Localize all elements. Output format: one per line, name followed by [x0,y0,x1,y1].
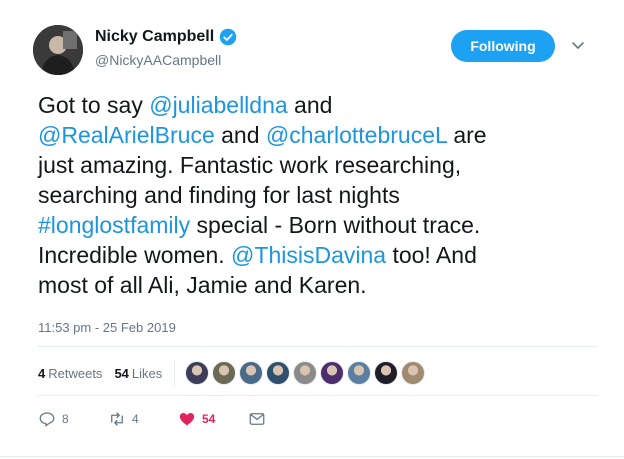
liker-avatar[interactable] [401,361,426,385]
retweets-stat[interactable]: 4 Retweets [38,366,102,381]
direct-message-button[interactable] [248,410,318,428]
tweet-line-2: @RealArielBruce and @charlottebruceL are [38,120,598,150]
liker-avatar[interactable] [212,361,237,385]
verified-badge-icon [219,28,237,46]
likes-count: 54 [114,365,129,381]
mention-link[interactable]: @charlottebruceL [266,122,447,148]
mention-link[interactable]: @juliabelldna [149,92,287,118]
tweet-line-4: searching and finding for last nights [38,182,400,208]
tweet-line-3: just amazing. Fantastic work researching… [38,152,462,178]
following-button[interactable]: Following [451,30,555,62]
divider [38,395,598,396]
retweets-label: Retweets [48,365,103,381]
reply-button[interactable]: 8 [38,410,108,428]
tweet-text-segment: and [287,92,333,118]
reply-count: 8 [62,412,69,426]
retweet-button[interactable]: 4 [108,410,178,428]
tweet-text-segment: Incredible women. [38,242,232,268]
liker-avatar[interactable] [293,361,318,385]
engagement-stats: 4 Retweets 54 Likes [38,360,428,386]
tweet-header: Nicky Campbell @NickyAACampbell Followin… [33,25,593,77]
divider [38,346,598,347]
tweet-text-segment: and [214,122,266,148]
envelope-icon [249,413,265,425]
stats-separator [174,360,176,386]
tweet-text-segment: are [446,122,487,148]
tweet-line-6: Incredible women. @ThisisDavina too! And [38,240,598,270]
tweet-text: Got to say @juliabelldna and @RealArielB… [38,90,598,300]
liker-avatar[interactable] [320,361,345,385]
tweet-line-5: #longlostfamily special - Born without t… [38,210,598,240]
name-row: Nicky Campbell [95,28,237,46]
retweets-count: 4 [38,365,46,381]
liker-avatar[interactable] [266,361,291,385]
mention-link[interactable]: @RealArielBruce [38,122,215,148]
tweet-line-7: most of all Ali, Jamie and Karen. [38,272,367,298]
hashtag-link[interactable]: #longlostfamily [38,212,190,238]
liker-avatar[interactable] [347,361,372,385]
display-name[interactable]: Nicky Campbell [95,28,214,46]
mention-link[interactable]: @ThisisDavina [231,242,386,268]
user-avatar[interactable] [33,25,83,75]
retweet-icon [111,412,123,426]
like-count: 54 [202,412,216,426]
action-bar: 8 4 54 [38,408,318,430]
heart-icon [179,413,195,426]
liker-avatar[interactable] [185,361,210,385]
tweet-text-segment: special - Born without trace. [190,212,481,238]
likes-stat[interactable]: 54 Likes [114,366,162,381]
retweet-count: 4 [132,412,139,426]
chevron-down-icon[interactable] [570,37,586,53]
tweet-text-segment: Got to say [38,92,150,118]
tweet-timestamp[interactable]: 11:53 pm - 25 Feb 2019 [38,320,176,335]
liker-avatar[interactable] [239,361,264,385]
likes-label: Likes [131,365,163,381]
liker-avatar[interactable] [374,361,399,385]
like-button[interactable]: 54 [178,410,248,428]
tweet-text-segment: too! And [386,242,477,268]
avatar-image [33,25,83,75]
user-handle[interactable]: @NickyAACampbell [95,52,221,68]
bottom-border [0,456,624,457]
liker-avatars [185,361,428,385]
reply-icon [39,412,55,427]
tweet-line-1: Got to say @juliabelldna and [38,90,598,120]
